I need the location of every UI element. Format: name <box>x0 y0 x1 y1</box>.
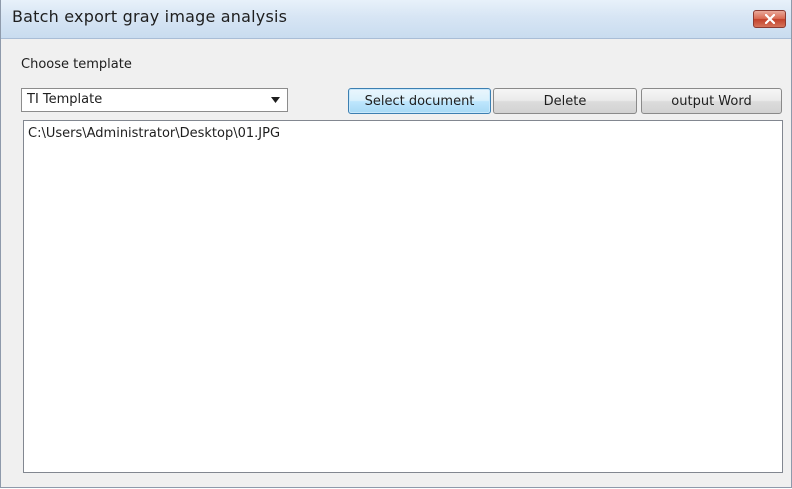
window-title: Batch export gray image analysis <box>12 7 288 26</box>
delete-button[interactable]: Delete <box>493 88 637 114</box>
dropdown-arrow-icon <box>271 97 280 103</box>
select-document-button[interactable]: Select document <box>348 88 491 114</box>
title-bar[interactable]: Batch export gray image analysis <box>1 0 791 39</box>
document-list[interactable]: C:\Users\Administrator\Desktop\01.JPG <box>23 120 783 473</box>
template-select-value: TI Template <box>27 92 103 107</box>
output-word-button[interactable]: output Word <box>641 88 782 114</box>
close-button[interactable] <box>753 10 786 28</box>
close-icon <box>765 14 775 24</box>
list-item[interactable]: C:\Users\Administrator\Desktop\01.JPG <box>28 126 280 141</box>
template-select[interactable]: TI Template <box>21 88 288 112</box>
choose-template-label: Choose template <box>21 57 132 72</box>
batch-export-dialog: Batch export gray image analysis Choose … <box>0 0 792 488</box>
